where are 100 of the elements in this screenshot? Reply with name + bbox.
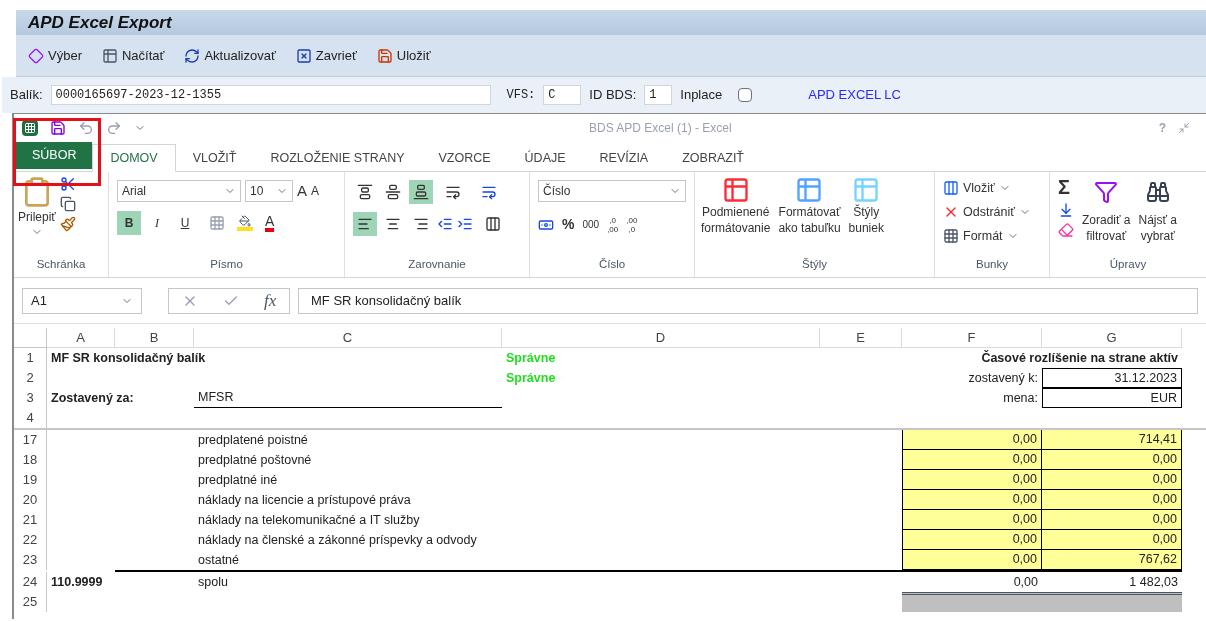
toolbar-button[interactable]: Uložiť — [376, 45, 431, 66]
decrease-indent-icon[interactable] — [437, 216, 453, 232]
input-cell[interactable]: 0,00 — [1042, 490, 1182, 510]
toolbar-button[interactable]: Výber — [28, 45, 82, 66]
merge-icon[interactable] — [485, 216, 501, 232]
font-color-button[interactable]: A — [265, 213, 275, 232]
cells-button[interactable]: Odstrániť — [943, 200, 1041, 224]
input-field[interactable]: C — [543, 85, 582, 105]
italic-button[interactable]: I — [145, 210, 169, 235]
grow-font-button[interactable]: A — [297, 180, 307, 203]
increase-indent-icon[interactable] — [457, 216, 473, 232]
toolbar-button[interactable]: Aktualizovať — [184, 45, 276, 66]
table-cell-text: zostavený k: — [967, 369, 1039, 387]
thousands-button[interactable]: 000 — [582, 217, 600, 232]
left-align-button[interactable] — [353, 212, 377, 236]
row-header[interactable]: 18 — [14, 450, 47, 470]
row-header[interactable]: 17 — [14, 430, 47, 450]
bottom-align-button[interactable] — [409, 180, 433, 204]
close-icon — [295, 47, 312, 64]
fill-color-icon[interactable] — [237, 214, 253, 231]
brush-icon[interactable] — [59, 216, 76, 232]
link[interactable]: APD EXCEL LC — [808, 85, 901, 105]
input-field[interactable]: 1 — [644, 85, 673, 105]
toolbar-button[interactable]: Zavrieť — [295, 45, 357, 66]
fill-icon[interactable] — [1058, 202, 1074, 218]
insert-function-button[interactable]: fx — [264, 287, 277, 314]
row-header[interactable]: 23 — [14, 550, 47, 570]
table-cell: 31.12.2023 — [1042, 368, 1182, 388]
autosum-button[interactable]: Σ — [1058, 176, 1074, 198]
font-select[interactable]: Arial — [117, 180, 241, 203]
scissors-icon[interactable] — [59, 176, 76, 192]
input-cell[interactable]: 0,00 — [902, 530, 1042, 550]
ribbon-tab[interactable]: ROZLOŽENIE STRANY — [253, 144, 422, 172]
input-cell[interactable]: 0,00 — [1042, 510, 1182, 530]
style-button[interactable]: Štýly buniek — [846, 176, 886, 236]
align-left-icon — [357, 216, 373, 232]
cells-button[interactable]: Formát — [943, 224, 1041, 248]
row-header[interactable]: 19 — [14, 470, 47, 490]
table-icon — [795, 176, 824, 204]
paste-button[interactable]: Prilepiť — [18, 176, 56, 238]
column-header[interactable]: E — [820, 328, 902, 348]
save-icon[interactable] — [50, 120, 66, 136]
row-header[interactable]: 21 — [14, 510, 47, 530]
table-cell-text: 110.9999 — [50, 573, 104, 591]
undo-icon[interactable] — [78, 120, 94, 136]
checkbox[interactable] — [738, 88, 753, 102]
underline-button[interactable]: U — [173, 210, 197, 235]
column-header[interactable]: G — [1042, 328, 1182, 348]
grid-icon — [943, 228, 959, 244]
ribbon-tab[interactable]: DOMOV — [92, 144, 176, 172]
column-header[interactable]: B — [115, 328, 194, 348]
ribbon-tab[interactable]: VZORCE — [421, 144, 508, 172]
eraser-icon[interactable] — [1058, 222, 1074, 238]
ribbon-tab[interactable]: ZOBRAZIŤ — [665, 144, 761, 172]
shrink-font-button[interactable]: A — [311, 182, 320, 201]
row-header[interactable]: 24 — [14, 572, 47, 592]
group-label: Úpravy — [1108, 256, 1148, 272]
bold-button[interactable]: B — [117, 210, 141, 235]
toolbar-button[interactable]: Načítať — [101, 45, 165, 66]
input-cell[interactable]: 767,62 — [1042, 550, 1182, 570]
column-header[interactable]: F — [902, 328, 1042, 348]
restore-icon[interactable] — [1178, 122, 1190, 134]
input-cell[interactable]: 0,00 — [902, 490, 1042, 510]
input-cell[interactable]: 714,41 — [1042, 430, 1182, 450]
input-cell[interactable]: 0,00 — [1042, 470, 1182, 490]
column-header[interactable]: A — [47, 328, 115, 348]
file-tab[interactable]: SÚBOR — [16, 142, 93, 169]
name-box[interactable]: A1 — [22, 287, 142, 314]
sort-filter-button[interactable]: Zoradiť a filtrovať — [1082, 176, 1131, 244]
ribbon-tab[interactable]: VLOŽIŤ — [175, 144, 254, 172]
column-header[interactable]: C — [194, 328, 502, 348]
increase-decimal-button[interactable]: ,0 ,00 — [607, 215, 619, 234]
wrap-text-icon[interactable] — [481, 184, 497, 200]
cells-button[interactable]: Vložiť — [943, 176, 1041, 200]
row-header[interactable]: 20 — [14, 490, 47, 510]
input-cell[interactable]: 0,00 — [1042, 450, 1182, 470]
column-header[interactable]: D — [502, 328, 820, 348]
number-format-select[interactable]: Číslo — [538, 180, 686, 202]
input-cell[interactable]: 0,00 — [902, 550, 1042, 570]
copy-icon[interactable] — [59, 196, 76, 212]
decrease-decimal-button[interactable]: ,00 ,0 — [626, 215, 638, 234]
style-button[interactable]: Podmienené formátovanie — [699, 176, 773, 236]
formula-field[interactable]: MF SR konsolidačný balík — [298, 287, 1198, 314]
style-button[interactable]: Formátovať ako tabuľku — [776, 176, 843, 236]
input-cell[interactable]: 0,00 — [902, 470, 1042, 490]
ribbon-tab[interactable]: ÚDAJE — [507, 144, 583, 172]
font-size-select[interactable]: 10 — [245, 180, 293, 203]
row-header[interactable]: 22 — [14, 530, 47, 550]
row-header[interactable]: 25 — [14, 592, 47, 612]
input-cell[interactable]: 0,00 — [902, 450, 1042, 470]
row-header[interactable]: 2 — [14, 368, 47, 388]
input-cell[interactable]: 0,00 — [1042, 530, 1182, 550]
row-header[interactable]: 1 — [14, 348, 47, 368]
input-cell[interactable]: 0,00 — [902, 510, 1042, 530]
row-header[interactable]: 3 — [14, 388, 47, 408]
find-select-button[interactable]: Nájsť a vybrať — [1138, 176, 1178, 244]
ribbon-tab[interactable]: REVÍZIA — [582, 144, 666, 172]
input-field[interactable]: 0000165697-2023-12-1355 — [50, 85, 491, 105]
input-cell[interactable]: 0,00 — [902, 430, 1042, 450]
percent-button[interactable]: % — [562, 214, 575, 235]
